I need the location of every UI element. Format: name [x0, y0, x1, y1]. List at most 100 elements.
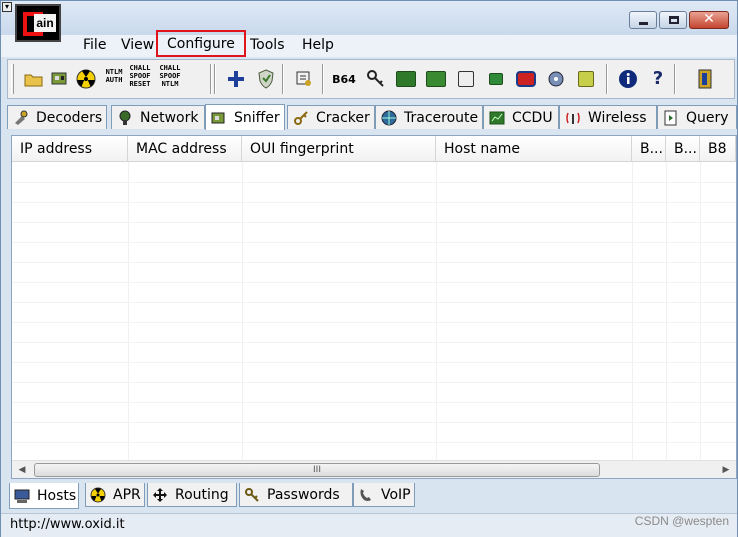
minimize-button[interactable] — [629, 11, 657, 29]
column-header-b2[interactable]: B... — [666, 136, 700, 162]
hosts-icon — [13, 487, 31, 505]
tab-label: CCDU — [512, 109, 553, 126]
tab-ccdu[interactable]: CCDU — [483, 105, 559, 129]
menu-file[interactable]: File — [81, 37, 108, 53]
open-folder-icon[interactable] — [22, 66, 46, 92]
tab-label: Routing — [175, 486, 229, 503]
sniffer-icon — [210, 109, 228, 127]
maximize-button[interactable] — [659, 11, 687, 29]
menu-tools[interactable]: Tools — [248, 37, 287, 53]
grid-line — [12, 342, 736, 343]
radiation-icon[interactable] — [74, 66, 98, 92]
system-menu-icon[interactable]: ▾ — [2, 2, 12, 12]
tab-traceroute[interactable]: Traceroute — [375, 105, 483, 129]
maximize-icon — [669, 16, 679, 24]
tab-passwords[interactable]: Passwords — [239, 483, 353, 507]
base64-icon[interactable]: B64 — [332, 66, 356, 92]
column-header-b8[interactable]: B8 — [700, 136, 736, 162]
tab-label: Passwords — [267, 486, 340, 503]
tab-sniffer[interactable]: Sniffer — [205, 104, 285, 130]
tab-cracker[interactable]: Cracker — [287, 105, 375, 129]
tab-decoders[interactable]: Decoders — [7, 105, 107, 129]
network-card-icon[interactable] — [48, 66, 72, 92]
shield-icon[interactable] — [254, 66, 278, 92]
tab-network[interactable]: Network — [111, 105, 205, 129]
grid-line — [12, 242, 736, 243]
toolbar-grip[interactable] — [11, 64, 14, 94]
menu-view[interactable]: View — [119, 37, 156, 53]
routing-icon — [151, 486, 169, 504]
ntlm-auth-line1: NTLM — [105, 68, 123, 76]
tab-query[interactable]: Query — [657, 105, 737, 129]
menu-configure[interactable]: Configure — [156, 30, 246, 57]
vpn-icon[interactable] — [424, 66, 448, 92]
base64-label: B64 — [332, 72, 356, 86]
tab-routing[interactable]: Routing — [147, 483, 237, 507]
status-url: http://www.oxid.it — [10, 517, 125, 532]
status-bar: http://www.oxid.it — [1, 513, 737, 537]
box-icon[interactable] — [484, 66, 508, 92]
cain-logo: ain — [15, 4, 61, 42]
grid-line — [12, 402, 736, 403]
main-tabs: Decoders Network Sniffer Cracker Tracero… — [7, 104, 737, 130]
column-header-b1[interactable]: B... — [632, 136, 666, 162]
grid-line — [12, 262, 736, 263]
chall-spoof-ntlm-icon[interactable]: CHALL SPOOF NTLM — [156, 64, 184, 90]
chall-reset-line2: SPOOF — [129, 72, 151, 80]
scroll-left-button[interactable]: ◀ — [14, 463, 30, 477]
grid-line — [12, 282, 736, 283]
scroll-right-button[interactable]: ▶ — [718, 463, 734, 477]
tab-label: Traceroute — [404, 109, 479, 126]
column-header-mac-address[interactable]: MAC address — [128, 136, 242, 162]
network-icon — [116, 109, 134, 127]
resolve-icon[interactable] — [292, 66, 316, 92]
exit-icon[interactable] — [694, 66, 718, 92]
terminal-server-icon[interactable] — [514, 66, 538, 92]
ccdu-icon — [488, 109, 506, 127]
grid-line — [128, 162, 129, 462]
chall-ntlm-line1: CHALL — [159, 64, 181, 72]
horizontal-scrollbar[interactable]: ◀ III ▶ — [12, 460, 736, 478]
grid-line — [12, 322, 736, 323]
grid-line — [12, 222, 736, 223]
lsa-secrets-icon[interactable] — [394, 66, 418, 92]
key-icon[interactable] — [364, 66, 388, 92]
tab-label: Query — [686, 109, 729, 126]
tab-apr[interactable]: APR — [85, 483, 145, 507]
column-header-oui-fingerprint[interactable]: OUI fingerprint — [242, 136, 436, 162]
grid-line — [12, 362, 736, 363]
chall-ntlm-line3: NTLM — [161, 80, 179, 88]
menu-bar: File View Configure Tools Help — [1, 30, 737, 57]
toolbar-separator — [210, 64, 212, 94]
close-button[interactable]: ✕ — [689, 11, 729, 29]
chall-spoof-reset-icon[interactable]: CHALL SPOOF RESET — [126, 64, 154, 90]
password-icon[interactable] — [574, 66, 598, 92]
menu-help[interactable]: Help — [300, 37, 336, 53]
column-header-ip-address[interactable]: IP address — [12, 136, 128, 162]
rc-icon[interactable] — [454, 66, 478, 92]
wireless-icon[interactable] — [544, 66, 568, 92]
app-window: ▾ ✕ ain File View Configure Tools Help N… — [0, 0, 738, 537]
chall-reset-line1: CHALL — [129, 64, 151, 72]
ntlm-auth-icon[interactable]: NTLM AUTH — [100, 68, 128, 94]
grid-line — [12, 422, 736, 423]
grid-line — [436, 162, 437, 462]
tab-wireless[interactable]: Wireless — [559, 105, 657, 129]
grid-line — [632, 162, 633, 462]
toolbar-separator — [322, 64, 324, 94]
info-icon[interactable] — [616, 66, 640, 92]
chall-reset-line3: RESET — [129, 80, 151, 88]
tab-hosts[interactable]: Hosts — [9, 483, 79, 509]
minimize-icon — [639, 22, 648, 25]
tab-voip[interactable]: VoIP — [353, 483, 415, 507]
add-icon[interactable] — [224, 66, 248, 92]
tab-label: Sniffer — [234, 109, 280, 126]
grid-line — [242, 162, 243, 462]
help-icon[interactable]: ? — [646, 66, 670, 92]
toolbar: NTLM AUTH CHALL SPOOF RESET CHALL SPOOF … — [7, 59, 735, 99]
tab-label: APR — [113, 486, 141, 503]
scrollbar-thumb[interactable]: III — [34, 463, 600, 477]
tab-label: Network — [140, 109, 199, 126]
column-header-host-name[interactable]: Host name — [436, 136, 632, 162]
hosts-list[interactable]: IP address MAC address OUI fingerprint H… — [11, 135, 737, 479]
